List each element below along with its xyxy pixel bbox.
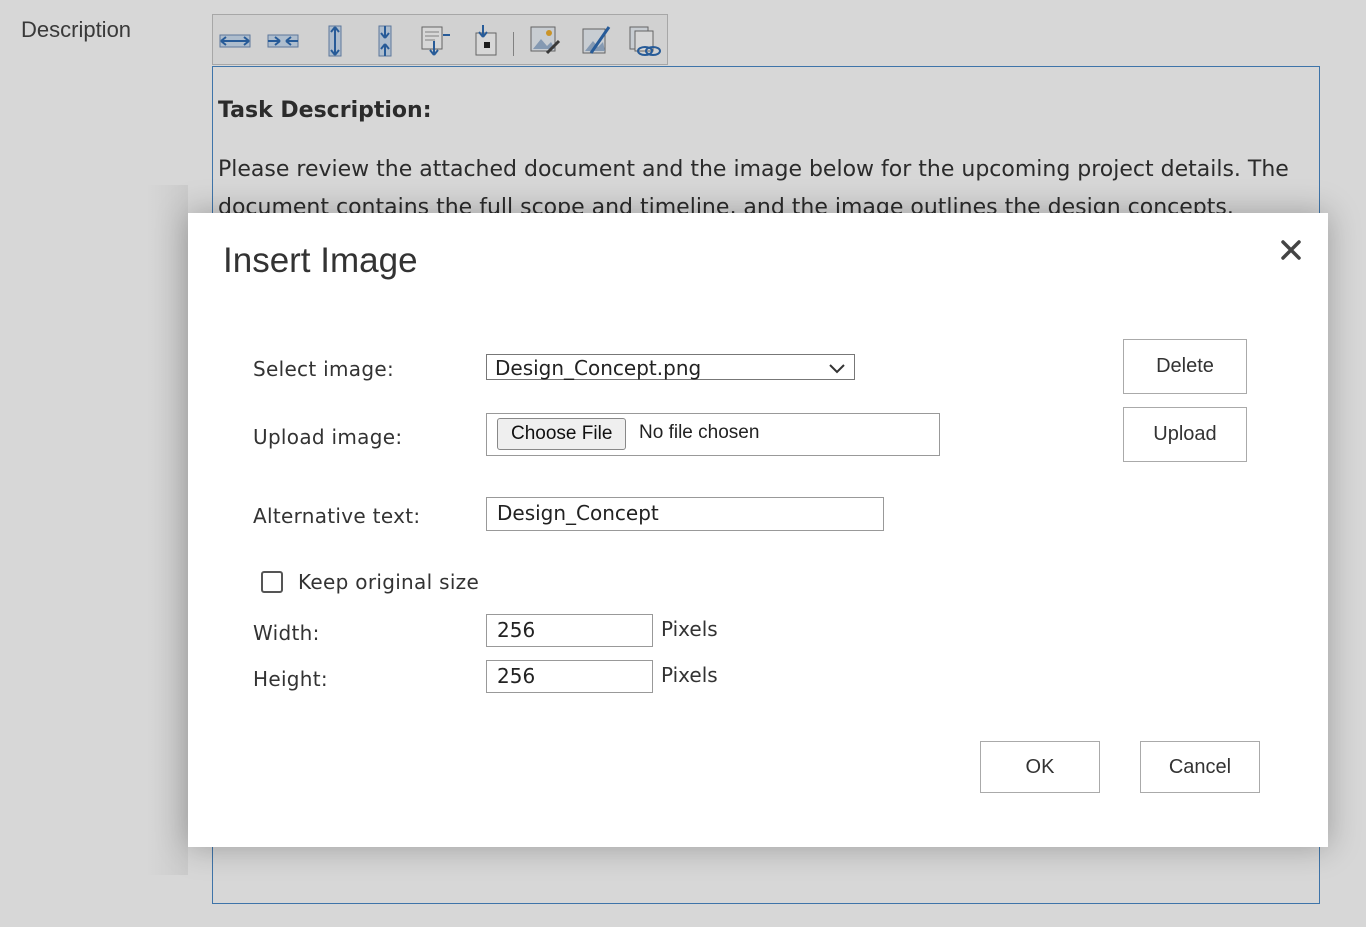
alt-text-label: Alternative text: — [253, 504, 421, 528]
ok-button[interactable]: OK — [980, 741, 1100, 793]
dialog-shadow — [146, 185, 188, 875]
file-upload-input[interactable]: Choose File No file chosen — [486, 413, 940, 456]
select-image-label: Select image: — [253, 357, 394, 381]
delete-button[interactable]: Delete — [1123, 339, 1247, 394]
height-input[interactable]: 256 — [486, 660, 653, 693]
upload-button[interactable]: Upload — [1123, 407, 1247, 462]
width-label: Width: — [253, 621, 320, 645]
select-image-value: Design_Concept.png — [495, 356, 702, 380]
upload-image-label: Upload image: — [253, 425, 403, 449]
cancel-button[interactable]: Cancel — [1140, 741, 1260, 793]
choose-file-button[interactable]: Choose File — [497, 418, 627, 450]
select-image-dropdown[interactable]: Design_Concept.png — [486, 354, 855, 380]
keep-original-size-checkbox[interactable] — [261, 571, 283, 593]
height-label: Height: — [253, 667, 328, 691]
insert-image-dialog: Insert Image Select image: Design_Concep… — [188, 213, 1328, 847]
alt-text-input[interactable]: Design_Concept — [486, 497, 884, 531]
width-input[interactable]: 256 — [486, 614, 653, 647]
width-unit: Pixels — [661, 617, 718, 641]
close-icon[interactable] — [1276, 235, 1306, 265]
height-unit: Pixels — [661, 663, 718, 687]
chevron-down-icon — [829, 364, 845, 374]
dialog-title: Insert Image — [223, 241, 418, 280]
file-status-text: No file chosen — [639, 422, 760, 443]
keep-original-size-label: Keep original size — [298, 570, 480, 594]
